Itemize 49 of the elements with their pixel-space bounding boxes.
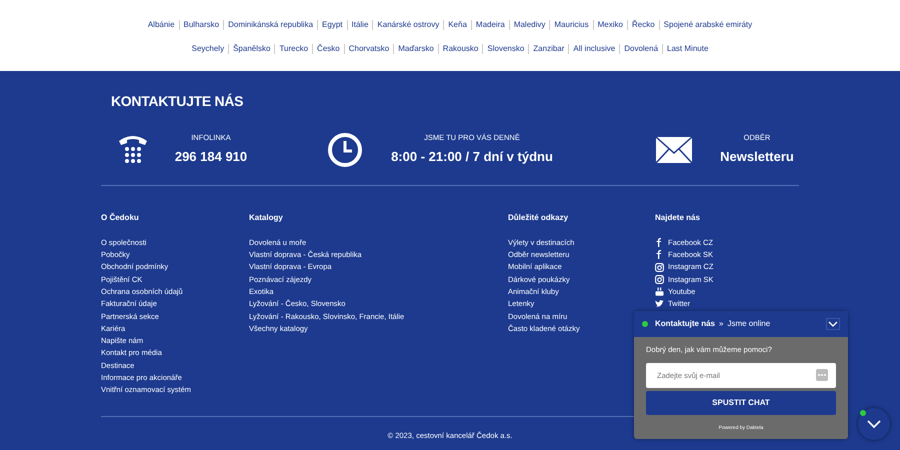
destination-link[interactable]: Rakousko — [438, 44, 482, 54]
column-heading: Katalogy — [249, 212, 284, 224]
f-logo-icon — [655, 250, 663, 260]
destination-link[interactable]: Last Minute — [662, 44, 712, 54]
destination-link[interactable]: Turecko — [274, 44, 312, 54]
contact-value[interactable]: Newsletteru — [717, 147, 797, 167]
destination-link[interactable]: Albánie — [144, 20, 179, 30]
destination-link[interactable]: Egypt — [317, 20, 346, 30]
column-heading: O Čedoku — [101, 212, 140, 224]
bird-icon — [655, 300, 664, 308]
destination-link[interactable]: Řecko — [626, 20, 659, 30]
camera-logo-icon — [655, 274, 664, 284]
clock-icon — [327, 132, 363, 168]
destination-link[interactable]: Dovolená — [619, 44, 662, 54]
chevron-down-icon — [867, 420, 881, 428]
destination-link[interactable]: All inclusive — [568, 44, 620, 54]
f-logo-icon — [655, 238, 663, 247]
chat-title: Kontaktujte nás — [655, 318, 716, 330]
destination-link[interactable]: Mexiko — [592, 20, 627, 30]
collapse-button[interactable] — [826, 318, 840, 330]
envelope-icon — [655, 136, 693, 164]
destination-link[interactable]: Madeira — [470, 20, 509, 30]
separator-text: » — [719, 318, 724, 330]
destination-link[interactable]: Spojené arabské emiráty — [658, 20, 756, 30]
contact-value[interactable]: 296 184 910 — [171, 147, 251, 167]
destination-link[interactable]: Slovensko — [482, 44, 528, 54]
start-chat-button[interactable]: SPUSTIT CHAT — [646, 391, 836, 416]
chat-toggle-button[interactable] — [858, 408, 890, 440]
camera-logo-icon — [655, 262, 664, 272]
destination-link[interactable]: Bulharsko — [178, 20, 224, 30]
destination-link[interactable]: Keňa — [443, 20, 471, 30]
destination-link[interactable]: Itálie — [346, 20, 372, 30]
destination-link[interactable]: Chorvatsko — [344, 44, 394, 54]
destination-link[interactable]: Maďarsko — [393, 44, 438, 54]
destination-link[interactable]: Seychely — [188, 44, 228, 54]
destination-link[interactable]: Mauricius — [549, 20, 593, 30]
destination-link[interactable]: Maledivy — [508, 20, 550, 30]
destination-link[interactable]: Dominikánská republika — [223, 20, 318, 30]
chevron-down-icon — [828, 321, 838, 327]
column-heading: Najdete nás — [655, 212, 701, 224]
destination-link[interactable]: Česko — [312, 44, 344, 54]
contact-value: 8:00 - 21:00 / 7 dní v týdnu — [390, 148, 554, 166]
ellipsis-icon — [816, 368, 828, 381]
destination-link[interactable]: Kanárské ostrovy — [372, 20, 444, 30]
destination-link[interactable]: Španělsko — [228, 44, 274, 54]
section-heading: KONTAKTUJTE NÁS — [111, 92, 244, 111]
column-heading: Důležité odkazy — [508, 212, 570, 224]
destination-link[interactable]: Zanzibar — [528, 44, 568, 54]
chat-status: Jsme online — [727, 318, 770, 330]
